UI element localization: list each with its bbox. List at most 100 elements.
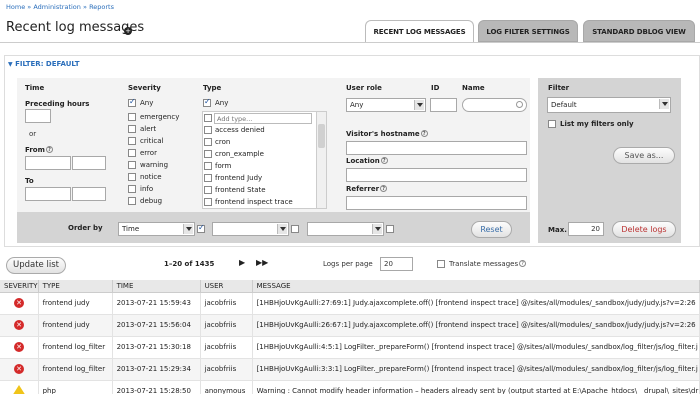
id-input[interactable] bbox=[430, 98, 457, 112]
severity-checkbox-alert[interactable] bbox=[128, 125, 136, 133]
severity-checkbox-debug[interactable] bbox=[128, 197, 136, 205]
breadcrumb-reports-link[interactable]: Reports bbox=[89, 3, 114, 11]
user-role-select[interactable]: Any bbox=[346, 98, 426, 112]
from-date-input[interactable] bbox=[25, 156, 71, 170]
location-label-text: Location bbox=[346, 157, 380, 165]
severity-checkbox-warning[interactable] bbox=[128, 161, 136, 169]
breadcrumb-administration-link[interactable]: Administration bbox=[33, 3, 81, 11]
save-as-button[interactable]: Save as... bbox=[613, 147, 675, 164]
help-icon[interactable]: ? bbox=[380, 157, 388, 164]
type-checkbox-cron[interactable] bbox=[204, 138, 212, 146]
from-time-input[interactable] bbox=[72, 156, 106, 170]
message-cell[interactable]: Warning : Cannot modify header informati… bbox=[252, 380, 700, 394]
type-add-checkbox[interactable] bbox=[204, 114, 212, 122]
column-header-message[interactable]: MESSAGE bbox=[252, 280, 700, 293]
list-my-filters-checkbox[interactable] bbox=[548, 120, 556, 128]
type-heading: Type bbox=[203, 84, 222, 92]
order-by-descending-checkbox-3[interactable] bbox=[386, 225, 394, 233]
breadcrumb-home-link[interactable]: Home bbox=[6, 3, 25, 11]
type-cell: frontend log_filter bbox=[38, 336, 113, 359]
type-checkbox-frontend-inspect-trace[interactable] bbox=[204, 198, 212, 206]
user-link[interactable]: jacobfriis bbox=[200, 358, 253, 381]
max-input[interactable]: 20 bbox=[568, 222, 604, 236]
visitor-hostname-input[interactable] bbox=[346, 141, 527, 155]
dropdown-arrow-icon bbox=[659, 99, 669, 109]
error-icon: ✕ bbox=[14, 298, 24, 308]
order-by-select-1[interactable]: Time bbox=[118, 222, 195, 236]
dropdown-arrow-icon bbox=[372, 224, 382, 234]
order-by-select-3[interactable] bbox=[307, 222, 384, 236]
column-header-type[interactable]: TYPE bbox=[38, 280, 113, 293]
order-by-select-1-value: Time bbox=[122, 225, 140, 233]
tab-standard-dblog-view[interactable]: STANDARD DBLOG VIEW bbox=[583, 20, 695, 42]
location-input[interactable] bbox=[346, 168, 527, 182]
logs-per-page-label: Logs per page bbox=[323, 260, 373, 268]
scrollbar-thumb[interactable] bbox=[318, 124, 325, 148]
user-link[interactable]: jacobfriis bbox=[200, 314, 253, 337]
warning-icon bbox=[12, 384, 26, 394]
message-cell[interactable]: [1HBHjoUvKgAulli:26:67:1] Judy.ajaxcompl… bbox=[252, 314, 700, 337]
from-label: From? bbox=[25, 146, 53, 154]
name-heading: Name bbox=[462, 84, 485, 92]
location-label: Location? bbox=[346, 157, 388, 165]
translate-messages-checkbox[interactable] bbox=[437, 260, 445, 268]
severity-cell: ✕ bbox=[0, 336, 39, 359]
type-checkbox-frontend-judy[interactable] bbox=[204, 174, 212, 182]
message-cell[interactable]: [1HBHjoUvKgAulli:3:3:1] LogFilter._prepa… bbox=[252, 358, 700, 381]
type-checkbox-frontend-state[interactable] bbox=[204, 186, 212, 194]
severity-checkbox-error[interactable] bbox=[128, 149, 136, 157]
user-link[interactable]: jacobfriis bbox=[200, 336, 253, 359]
add-type-input[interactable] bbox=[214, 113, 312, 124]
severity-checkbox-emergency[interactable] bbox=[128, 113, 136, 121]
referrer-input[interactable] bbox=[346, 196, 527, 210]
to-time-input[interactable] bbox=[72, 187, 106, 201]
tab-recent-log-messages[interactable]: RECENT LOG MESSAGES bbox=[365, 20, 474, 42]
help-icon[interactable]: ? bbox=[45, 146, 53, 153]
order-by-select-2[interactable] bbox=[212, 222, 289, 236]
to-date-input[interactable] bbox=[25, 187, 71, 201]
play-icon[interactable]: ▶ bbox=[239, 258, 245, 267]
help-icon[interactable]: ? bbox=[519, 260, 527, 267]
message-cell[interactable]: [1HBHjoUvKgAulli:27:69:1] Judy.ajaxcompl… bbox=[252, 292, 700, 315]
from-label-text: From bbox=[25, 146, 45, 154]
help-icon[interactable]: ? bbox=[420, 130, 428, 137]
type-checkbox-cron-example[interactable] bbox=[204, 150, 212, 158]
column-header-time[interactable]: TIME bbox=[112, 280, 201, 293]
type-list-scrollbar[interactable] bbox=[316, 112, 326, 208]
referrer-label-text: Referrer bbox=[346, 185, 380, 193]
order-by-descending-checkbox-2[interactable] bbox=[291, 225, 299, 233]
severity-checkbox-notice[interactable] bbox=[128, 173, 136, 181]
type-checkbox-any[interactable] bbox=[203, 97, 211, 107]
severity-checkbox-info[interactable] bbox=[128, 185, 136, 193]
table-row[interactable]: ✕ frontend log_filter 2013-07-21 15:29:3… bbox=[0, 358, 700, 381]
tab-log-filter-settings[interactable]: LOG FILTER SETTINGS bbox=[478, 20, 578, 42]
table-row[interactable]: php 2013-07-21 15:28:50 anonymous Warnin… bbox=[0, 380, 700, 394]
preceding-hours-input[interactable] bbox=[25, 109, 51, 123]
preceding-hours-label: Preceding hours bbox=[25, 100, 90, 108]
severity-cell: ✕ bbox=[0, 314, 39, 337]
severity-checkbox-any[interactable] bbox=[128, 97, 136, 107]
update-list-button[interactable]: Update list bbox=[6, 257, 66, 274]
column-header-severity[interactable]: SEVERITY bbox=[0, 280, 39, 293]
severity-label-alert: alert bbox=[140, 125, 157, 133]
fast-forward-icon[interactable]: ▶▶ bbox=[256, 258, 268, 267]
table-row[interactable]: ✕ frontend log_filter 2013-07-21 15:30:1… bbox=[0, 336, 700, 359]
logs-per-page-input[interactable]: 20 bbox=[380, 257, 413, 271]
filter-legend[interactable]: ▼ FILTER: DEFAULT bbox=[8, 60, 79, 68]
severity-checkbox-critical[interactable] bbox=[128, 137, 136, 145]
table-row[interactable]: ✕ frontend judy 2013-07-21 15:56:04 jaco… bbox=[0, 314, 700, 337]
column-header-user[interactable]: USER bbox=[200, 280, 253, 293]
help-icon[interactable]: ? bbox=[380, 185, 388, 192]
filter-select[interactable]: Default bbox=[547, 97, 671, 113]
type-checkbox-access-denied[interactable] bbox=[204, 126, 212, 134]
order-by-descending-checkbox-1[interactable] bbox=[197, 223, 205, 233]
reset-button[interactable]: Reset bbox=[471, 221, 512, 238]
delete-logs-button[interactable]: Delete logs bbox=[612, 221, 676, 238]
name-autocomplete-input[interactable] bbox=[462, 98, 527, 112]
table-row[interactable]: ✕ frontend judy 2013-07-21 15:59:43 jaco… bbox=[0, 292, 700, 315]
type-checkbox-form[interactable] bbox=[204, 162, 212, 170]
message-cell[interactable]: [1HBHjoUvKgAulli:4:5:1] LogFilter._prepa… bbox=[252, 336, 700, 359]
user-link[interactable]: jacobfriis bbox=[200, 292, 253, 315]
visitor-hostname-label: Visitor's hostname? bbox=[346, 130, 428, 138]
info-icon[interactable]: + bbox=[124, 27, 132, 35]
